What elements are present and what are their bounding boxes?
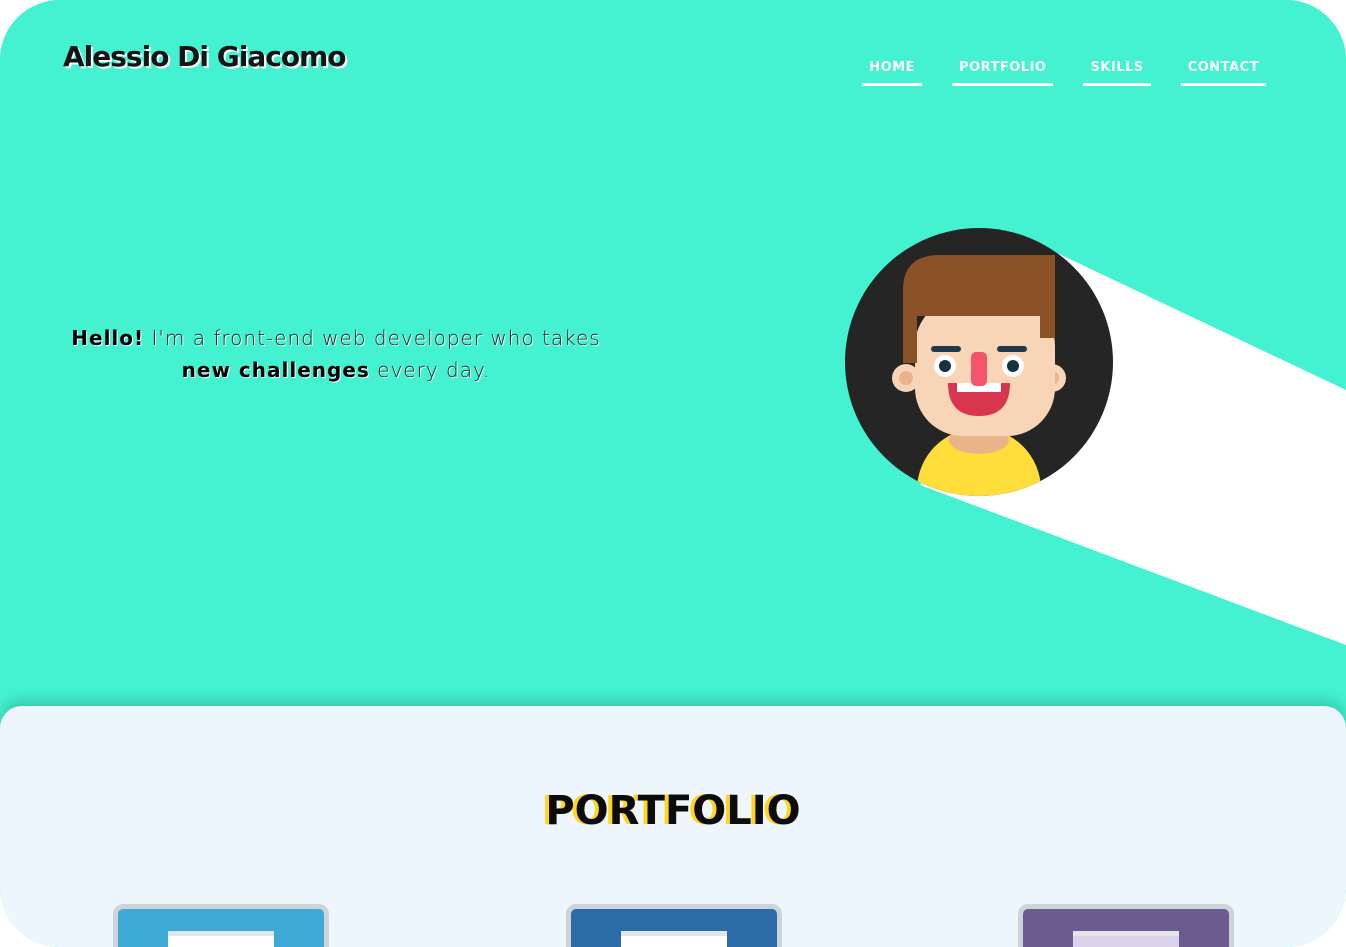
tagline-text-1: I'm a front-end web developer who takes — [144, 326, 601, 350]
project-thumbnail-3[interactable] — [1018, 904, 1234, 947]
project-screen — [621, 931, 727, 947]
screen-bar — [1073, 931, 1179, 936]
project-screen — [1073, 931, 1179, 947]
main-nav: HOME PORTFOLIO SKILLS CONTACT — [862, 58, 1266, 86]
hero-tagline: Hello! I'm a front-end web developer who… — [60, 322, 612, 386]
portfolio-section: PORTFOLIO — [0, 706, 1346, 947]
nav-contact[interactable]: CONTACT — [1180, 58, 1266, 86]
screen-bar — [168, 931, 274, 936]
tagline-text-2: every day. — [369, 358, 491, 382]
nav-home[interactable]: HOME — [862, 58, 922, 86]
greeting-text: Hello! — [71, 326, 145, 350]
nav-skills[interactable]: SKILLS — [1083, 58, 1151, 86]
avatar-illustration — [845, 228, 1113, 496]
tagline-highlight: new challenges — [181, 358, 370, 382]
project-thumbnail-1[interactable] — [113, 904, 329, 947]
portfolio-heading: PORTFOLIO — [545, 788, 801, 834]
page-frame: Alessio Di Giacomo HOME PORTFOLIO SKILLS… — [0, 0, 1346, 947]
screen-bar — [621, 931, 727, 936]
project-thumbnail-2[interactable] — [566, 904, 782, 947]
hero-section: Alessio Di Giacomo HOME PORTFOLIO SKILLS… — [0, 0, 1346, 720]
project-screen — [168, 931, 274, 947]
nav-portfolio[interactable]: PORTFOLIO — [951, 58, 1054, 86]
site-logo[interactable]: Alessio Di Giacomo — [63, 40, 346, 73]
